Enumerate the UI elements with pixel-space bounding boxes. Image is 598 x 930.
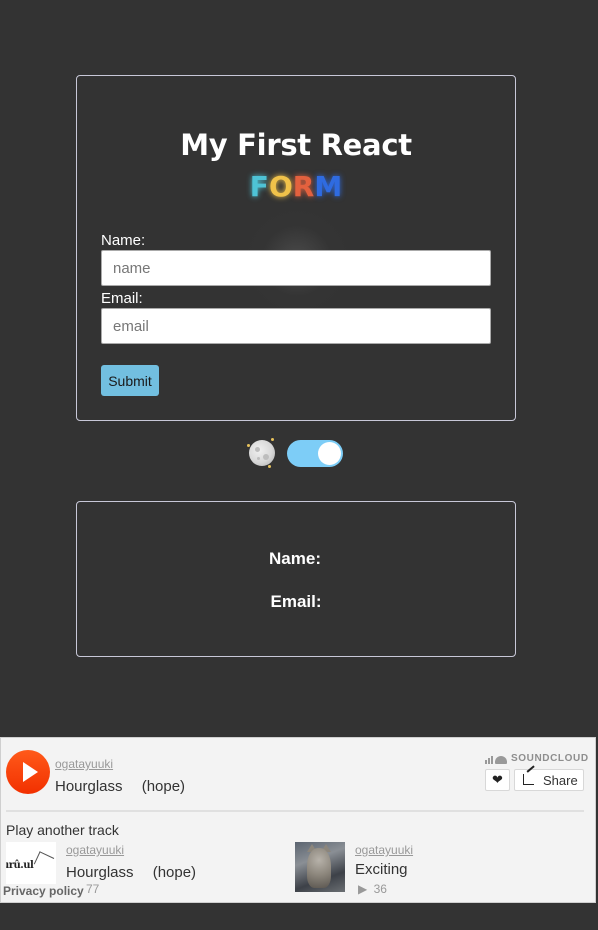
soundcloud-cloud-icon <box>485 754 507 764</box>
email-input[interactable] <box>101 308 491 344</box>
subtitle-letter: M <box>314 170 343 203</box>
track-thumbnail[interactable] <box>295 842 345 892</box>
privacy-policy-link[interactable]: Privacy policy <box>3 884 84 898</box>
track-title-link[interactable]: Exciting <box>355 861 408 878</box>
soundcloud-wordmark: SOUNDCLOUD <box>511 753 589 764</box>
form-title: My First React <box>180 128 412 162</box>
play-another-heading: Play another track <box>6 822 119 838</box>
result-email: Email: <box>270 592 322 611</box>
play-count: 36 <box>373 882 387 896</box>
subtitle-letter: F <box>249 170 269 203</box>
email-label: Email: <box>101 290 143 307</box>
subtitle-letter: R <box>292 170 315 203</box>
like-button[interactable]: ❤ <box>485 769 510 791</box>
toggle-knob[interactable] <box>318 442 341 465</box>
name-label: Name: <box>101 232 146 249</box>
soundcloud-logo[interactable]: SOUNDCLOUD <box>485 752 588 766</box>
play-count: 77 <box>86 882 100 896</box>
play-count-row: ▶ 36 <box>358 882 387 896</box>
play-button[interactable] <box>6 750 50 794</box>
form-subtitle: FORM <box>77 170 515 203</box>
result-name: Name: <box>269 549 321 568</box>
result-card: Name: Email: <box>76 501 516 657</box>
theme-toggle-switch[interactable] <box>287 440 343 467</box>
moon-icon <box>249 440 275 466</box>
name-input[interactable] <box>101 250 491 286</box>
soundcloud-widget: ogatayuuki Hourglass (hope) SOUNDCLOUD ❤… <box>0 737 596 903</box>
cat-photo <box>307 848 331 888</box>
theme-toggle-row <box>247 436 347 470</box>
star-icon <box>271 438 274 441</box>
bird-icon <box>33 851 55 871</box>
share-label: Share <box>543 773 578 788</box>
subtitle-letter: O <box>268 170 293 203</box>
play-count-icon: ▶ <box>358 882 368 896</box>
submit-button[interactable]: Submit <box>101 365 159 396</box>
form-card: My First React FORM Name: Email: Submit <box>76 75 516 421</box>
current-track-title[interactable]: Hourglass (hope) <box>55 775 185 796</box>
share-icon <box>523 774 534 785</box>
star-icon <box>247 444 250 447</box>
track-uploader-link[interactable]: ogatayuuki <box>355 843 413 857</box>
heart-icon: ❤ <box>492 772 503 787</box>
track-title-link[interactable]: Hourglass (hope) <box>66 861 196 882</box>
divider <box>6 810 584 812</box>
track-uploader-link[interactable]: ogatayuuki <box>66 843 124 857</box>
current-uploader-link[interactable]: ogatayuuki <box>55 757 113 771</box>
star-icon <box>268 465 271 468</box>
share-button[interactable]: Share <box>514 769 584 791</box>
